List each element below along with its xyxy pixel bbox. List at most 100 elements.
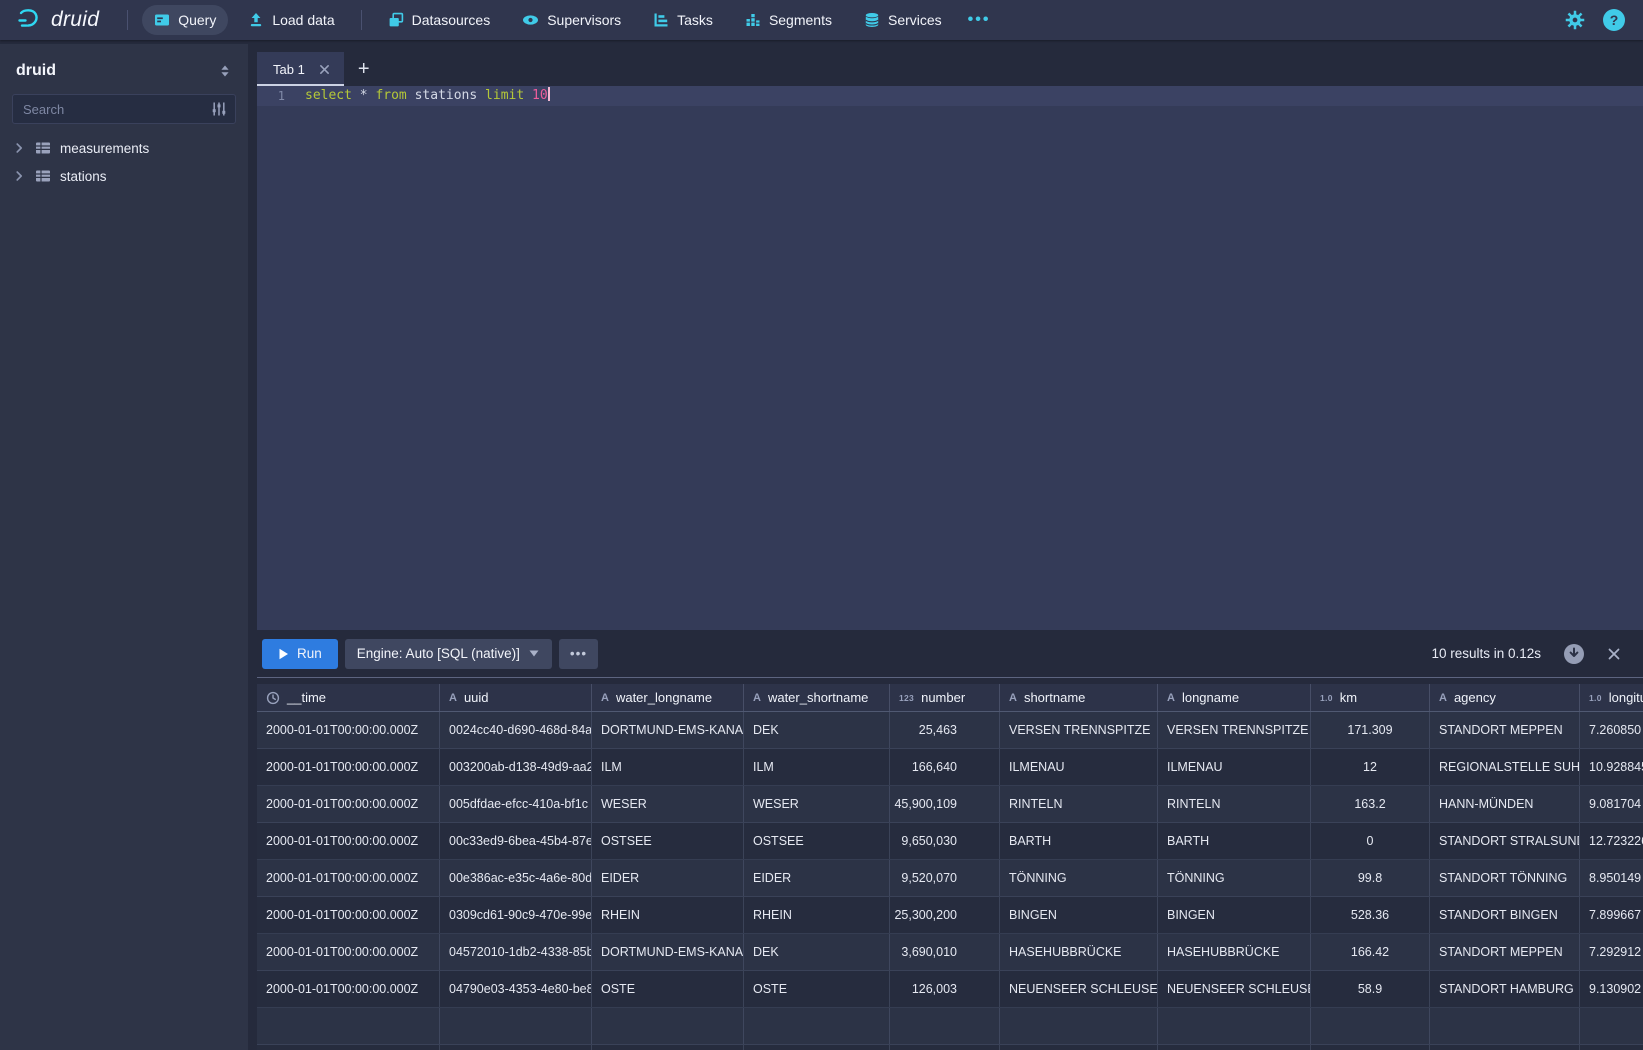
table-cell[interactable]: [1430, 1045, 1580, 1050]
table-cell[interactable]: OSTSEE: [592, 823, 744, 859]
table-cell[interactable]: [1158, 1045, 1311, 1050]
table-cell[interactable]: 25,463: [890, 712, 1000, 748]
table-cell[interactable]: [1000, 1008, 1158, 1044]
table-cell[interactable]: BINGEN: [1000, 897, 1158, 933]
table-cell[interactable]: ILM: [592, 749, 744, 785]
close-results-icon[interactable]: [1607, 647, 1621, 661]
table-cell[interactable]: TÖNNING: [1158, 860, 1311, 896]
nav-item-segments[interactable]: Segments: [733, 5, 844, 35]
table-cell[interactable]: 04790e03-4353-4e80-be8: [440, 971, 592, 1007]
nav-item-tasks[interactable]: Tasks: [641, 5, 725, 35]
table-cell[interactable]: EIDER: [592, 860, 744, 896]
table-cell[interactable]: [592, 1045, 744, 1050]
table-cell[interactable]: 171.309: [1311, 712, 1430, 748]
column-header-longitude[interactable]: 1.0longitude: [1580, 684, 1643, 711]
table-cell[interactable]: [440, 1008, 592, 1044]
table-cell[interactable]: 003200ab-d138-49d9-aa2: [440, 749, 592, 785]
table-cell[interactable]: STANDORT MEPPEN: [1430, 712, 1580, 748]
table-cell[interactable]: TÖNNING: [1000, 860, 1158, 896]
table-cell[interactable]: [257, 1008, 440, 1044]
table-cell[interactable]: [257, 1045, 440, 1050]
table-cell[interactable]: ILMENAU: [1158, 749, 1311, 785]
table-cell[interactable]: STANDORT BINGEN: [1430, 897, 1580, 933]
table-cell[interactable]: HANN-MÜNDEN: [1430, 786, 1580, 822]
table-cell[interactable]: 00e386ac-e35c-4a6e-80d: [440, 860, 592, 896]
nav-more-button[interactable]: •••: [958, 11, 1001, 29]
column-header-uuid[interactable]: Auuid: [440, 684, 592, 711]
table-cell[interactable]: 9,650,030: [890, 823, 1000, 859]
column-header-agency[interactable]: Aagency: [1430, 684, 1580, 711]
table-cell[interactable]: NEUENSEER SCHLEUSENK: [1158, 971, 1311, 1007]
tab-tab1[interactable]: Tab 1: [257, 52, 344, 86]
table-cell[interactable]: [890, 1045, 1000, 1050]
table-cell[interactable]: [890, 1008, 1000, 1044]
table-cell[interactable]: 00c33ed9-6bea-45b4-87e: [440, 823, 592, 859]
table-cell[interactable]: ILM: [744, 749, 890, 785]
table-cell[interactable]: EIDER: [744, 860, 890, 896]
table-cell[interactable]: 2000-01-01T00:00:00.000Z: [257, 823, 440, 859]
table-cell[interactable]: 528.36: [1311, 897, 1430, 933]
table-cell[interactable]: 0024cc40-d690-468d-84a: [440, 712, 592, 748]
table-cell[interactable]: [1311, 1045, 1430, 1050]
table-cell[interactable]: OSTSEE: [744, 823, 890, 859]
add-tab-button[interactable]: +: [344, 52, 384, 86]
table-cell[interactable]: 2000-01-01T00:00:00.000Z: [257, 712, 440, 748]
column-header-__time[interactable]: __time: [257, 684, 440, 711]
sidebar-item-stations[interactable]: stations: [0, 162, 248, 190]
table-cell[interactable]: [1580, 1045, 1643, 1050]
table-cell[interactable]: [592, 1008, 744, 1044]
table-cell[interactable]: 2000-01-01T00:00:00.000Z: [257, 934, 440, 970]
table-cell[interactable]: 58.9: [1311, 971, 1430, 1007]
nav-item-query[interactable]: Query: [142, 5, 228, 35]
run-button[interactable]: Run: [262, 639, 338, 669]
table-cell[interactable]: DEK: [744, 934, 890, 970]
table-cell[interactable]: 005dfdae-efcc-410a-bf1c: [440, 786, 592, 822]
table-cell[interactable]: 9,520,070: [890, 860, 1000, 896]
table-cell[interactable]: 166.42: [1311, 934, 1430, 970]
table-cell[interactable]: 2000-01-01T00:00:00.000Z: [257, 971, 440, 1007]
table-cell[interactable]: 2000-01-01T00:00:00.000Z: [257, 749, 440, 785]
nav-item-load-data[interactable]: Load data: [236, 5, 346, 35]
table-cell[interactable]: [1580, 1008, 1643, 1044]
table-cell[interactable]: 12: [1311, 749, 1430, 785]
column-header-longname[interactable]: Alongname: [1158, 684, 1311, 711]
nav-item-datasources[interactable]: Datasources: [376, 5, 503, 35]
table-cell[interactable]: REGIONALSTELLE SUHL: [1430, 749, 1580, 785]
sliders-icon[interactable]: [211, 101, 235, 117]
table-cell[interactable]: [744, 1008, 890, 1044]
table-cell[interactable]: STANDORT STRALSUND: [1430, 823, 1580, 859]
table-cell[interactable]: 0: [1311, 823, 1430, 859]
table-cell[interactable]: [1158, 1008, 1311, 1044]
table-cell[interactable]: 163.2: [1311, 786, 1430, 822]
table-cell[interactable]: 2000-01-01T00:00:00.000Z: [257, 860, 440, 896]
table-cell[interactable]: 126,003: [890, 971, 1000, 1007]
table-cell[interactable]: HASEHUBBRÜCKE: [1158, 934, 1311, 970]
table-cell[interactable]: RHEIN: [592, 897, 744, 933]
column-header-number[interactable]: 123number: [890, 684, 1000, 711]
table-cell[interactable]: VERSEN TRENNSPITZE: [1000, 712, 1158, 748]
schema-selector[interactable]: druid: [0, 44, 248, 92]
download-circle-icon[interactable]: [1563, 643, 1585, 665]
column-header-water_shortname[interactable]: Awater_shortname: [744, 684, 890, 711]
sql-code-line[interactable]: select * from stations limit 10: [297, 86, 550, 106]
table-cell[interactable]: 10.928845: [1580, 749, 1643, 785]
column-header-water_longname[interactable]: Awater_longname: [592, 684, 744, 711]
table-cell[interactable]: 166,640: [890, 749, 1000, 785]
table-cell[interactable]: STANDORT TÖNNING: [1430, 860, 1580, 896]
nav-item-supervisors[interactable]: Supervisors: [510, 5, 633, 35]
table-cell[interactable]: 3,690,010: [890, 934, 1000, 970]
table-cell[interactable]: [1311, 1008, 1430, 1044]
table-cell[interactable]: BARTH: [1158, 823, 1311, 859]
run-more-button[interactable]: •••: [559, 639, 598, 669]
table-cell[interactable]: WESER: [744, 786, 890, 822]
table-cell[interactable]: 25,300,200: [890, 897, 1000, 933]
column-header-shortname[interactable]: Ashortname: [1000, 684, 1158, 711]
table-cell[interactable]: NEUENSEER SCHLEUSENK: [1000, 971, 1158, 1007]
table-cell[interactable]: 9.130902: [1580, 971, 1643, 1007]
gear-icon[interactable]: [1565, 10, 1585, 30]
table-cell[interactable]: 2000-01-01T00:00:00.000Z: [257, 897, 440, 933]
table-cell[interactable]: HASEHUBBRÜCKE: [1000, 934, 1158, 970]
table-cell[interactable]: OSTE: [592, 971, 744, 1007]
table-cell[interactable]: 9.081704: [1580, 786, 1643, 822]
table-cell[interactable]: RHEIN: [744, 897, 890, 933]
